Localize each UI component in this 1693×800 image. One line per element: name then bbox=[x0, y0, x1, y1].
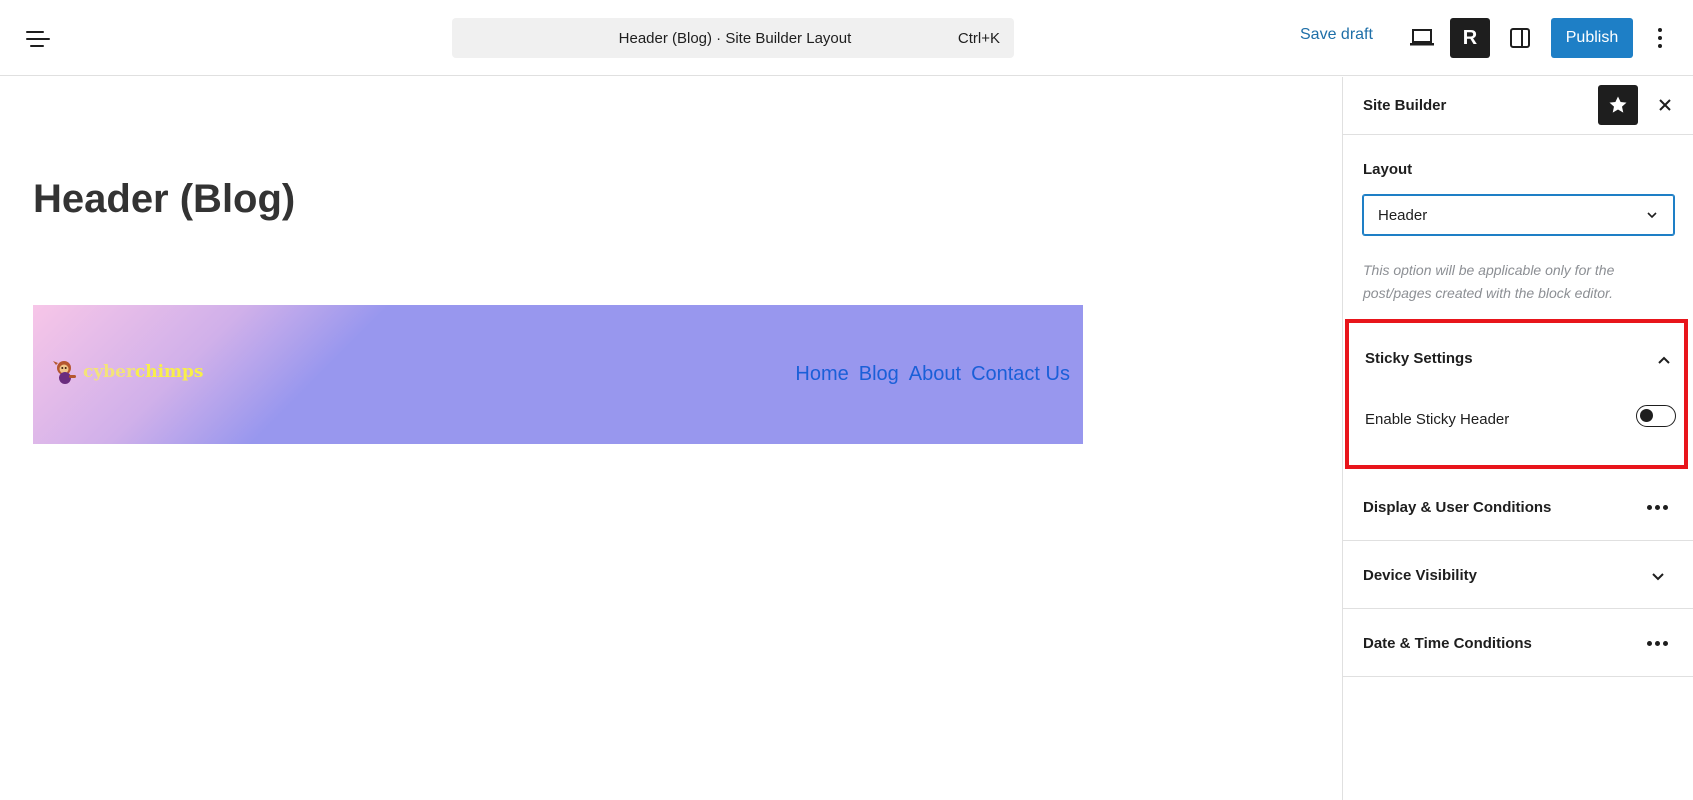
pin-plugin-button[interactable] bbox=[1598, 85, 1638, 125]
panel-title: Display & User Conditions bbox=[1363, 499, 1552, 516]
chevron-down-icon[interactable] bbox=[1649, 567, 1667, 585]
save-draft-button[interactable]: Save draft bbox=[1300, 26, 1373, 44]
layout-help-text: This option will be applicable only for … bbox=[1363, 262, 1615, 301]
nav-link-contact-us[interactable]: Contact Us bbox=[971, 363, 1070, 386]
sidebar-title: Site Builder bbox=[1363, 97, 1447, 114]
editor-canvas: Header (Blog) cyberchimps Home Blog Abou… bbox=[0, 77, 1342, 800]
more-icon[interactable] bbox=[1647, 641, 1668, 646]
nav-link-blog[interactable]: Blog bbox=[859, 363, 899, 386]
logo-text: cyberchimps bbox=[83, 362, 204, 382]
layout-select-value: Header bbox=[1378, 206, 1428, 224]
options-more-icon[interactable] bbox=[1648, 22, 1672, 54]
plugin-r-button[interactable]: R bbox=[1450, 18, 1490, 58]
more-icon[interactable] bbox=[1647, 505, 1668, 510]
sticky-settings-title[interactable]: Sticky Settings bbox=[1365, 350, 1473, 367]
close-sidebar-button[interactable] bbox=[1651, 91, 1679, 119]
nav-link-about[interactable]: About bbox=[909, 363, 961, 386]
sticky-settings-panel: Sticky Settings Enable Sticky Header bbox=[1345, 319, 1688, 469]
layout-select[interactable]: Header bbox=[1363, 195, 1674, 235]
panel-device-visibility[interactable]: Device Visibility bbox=[1343, 541, 1693, 609]
header-preview-banner[interactable]: cyberchimps Home Blog About Contact Us bbox=[33, 305, 1083, 444]
laptop-icon bbox=[1410, 29, 1434, 46]
panel-title: Device Visibility bbox=[1363, 567, 1477, 584]
post-title[interactable]: Header (Blog) bbox=[33, 177, 295, 222]
site-logo[interactable]: cyberchimps bbox=[51, 357, 204, 387]
panel-display-user-conditions[interactable]: Display & User Conditions bbox=[1343, 473, 1693, 541]
chevron-down-icon bbox=[1647, 212, 1657, 219]
device-preview-button[interactable] bbox=[1406, 22, 1438, 54]
enable-sticky-header-toggle[interactable] bbox=[1636, 405, 1676, 427]
panel-date-time-conditions[interactable]: Date & Time Conditions bbox=[1343, 609, 1693, 677]
panel-title: Date & Time Conditions bbox=[1363, 635, 1532, 652]
chimp-mascot-icon bbox=[53, 361, 76, 384]
settings-sidebar: Site Builder Layout Header This option w… bbox=[1342, 77, 1693, 800]
document-overview-menu-icon[interactable] bbox=[20, 22, 54, 56]
layout-label: Layout bbox=[1363, 161, 1413, 178]
nav-link-home[interactable]: Home bbox=[795, 363, 848, 386]
publish-button[interactable]: Publish bbox=[1551, 18, 1633, 58]
sidebar-panel-icon bbox=[1510, 28, 1530, 48]
close-icon bbox=[1659, 99, 1671, 111]
star-icon bbox=[1609, 96, 1627, 113]
document-title: Header (Blog) · Site Builder Layout bbox=[618, 29, 852, 47]
command-shortcut: Ctrl+K bbox=[957, 29, 1000, 47]
chevron-up-icon[interactable] bbox=[1655, 351, 1673, 369]
settings-sidebar-toggle[interactable] bbox=[1504, 22, 1536, 54]
command-palette-bar[interactable]: Header (Blog) · Site Builder Layout Ctrl… bbox=[452, 18, 1014, 58]
toggle-knob bbox=[1640, 409, 1653, 422]
sidebar-header: Site Builder bbox=[1343, 77, 1693, 135]
enable-sticky-header-label: Enable Sticky Header bbox=[1365, 411, 1510, 428]
header-nav-menu: Home Blog About Contact Us bbox=[795, 363, 1070, 386]
editor-topbar: Header (Blog) · Site Builder Layout Ctrl… bbox=[0, 0, 1693, 76]
